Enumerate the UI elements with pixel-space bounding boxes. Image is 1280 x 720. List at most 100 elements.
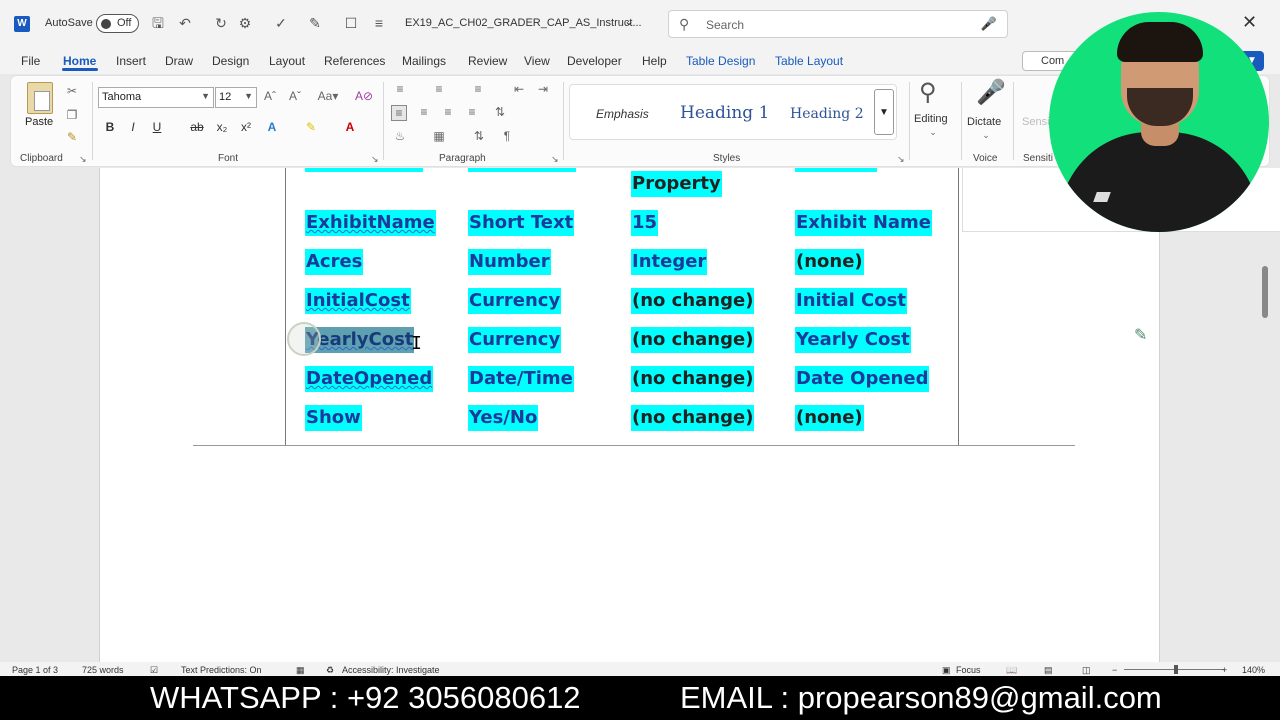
table-cell[interactable]: (no change) (631, 405, 755, 431)
superscript-icon[interactable]: x² (238, 120, 254, 134)
change-case-icon[interactable]: Aa▾ (315, 89, 341, 103)
font-name-select[interactable]: Tahoma ▼ (98, 87, 214, 108)
read-mode-icon[interactable]: 📖 (1006, 665, 1017, 676)
zoom-level[interactable]: 140% (1242, 665, 1265, 675)
zoom-in-icon[interactable]: + (1222, 665, 1227, 675)
customize-qa-icon[interactable]: ≡ (370, 14, 388, 32)
format-painter-icon[interactable]: ✎ (64, 130, 80, 144)
style-heading-1[interactable]: Heading 1 (680, 103, 769, 123)
subscript-icon[interactable]: x₂ (214, 120, 230, 134)
word-count[interactable]: 725 words (82, 665, 124, 675)
table-cell[interactable]: (no change) (631, 327, 755, 353)
multilevel-list-icon[interactable]: ≡ (470, 82, 486, 96)
search-icon[interactable]: ⚲ (919, 78, 937, 107)
sensitivity-label[interactable]: Sensi (1022, 116, 1050, 128)
autosave-toggle[interactable]: Off (96, 14, 139, 33)
table-cell[interactable]: (no change) (631, 366, 755, 392)
focus-icon[interactable]: ▣ (942, 665, 951, 676)
chevron-down-icon[interactable]: ⌄ (925, 127, 941, 138)
proofing-icon[interactable]: ☑ (150, 665, 158, 676)
cut-icon[interactable]: ✂ (64, 84, 80, 98)
paste-icon[interactable] (27, 82, 53, 114)
table-cell[interactable]: Yearly Cost (795, 327, 911, 353)
table-cell[interactable]: Show (305, 405, 362, 431)
redo-icon[interactable]: ↻ (212, 14, 230, 32)
font-color-icon[interactable]: A (342, 120, 358, 134)
accessibility-status[interactable]: Accessibility: Investigate (342, 665, 440, 675)
table-cell[interactable]: (no change) (631, 288, 755, 314)
table-cell[interactable]: Exhibit Name (795, 210, 932, 236)
table-cell[interactable]: Short Text (468, 210, 575, 236)
table-cell[interactable]: Currency (468, 288, 562, 314)
grow-font-icon[interactable]: Aˆ (262, 89, 278, 103)
dictate-label[interactable]: Dictate (967, 116, 1001, 128)
sort-icon[interactable]: ⇅ (471, 129, 487, 143)
bold-icon[interactable]: B (102, 120, 118, 134)
tab-mailings[interactable]: Mailings (402, 54, 446, 68)
tab-view[interactable]: View (524, 54, 550, 68)
style-heading-2[interactable]: Heading 2 (790, 106, 864, 122)
tab-table-layout[interactable]: Table Layout (775, 54, 843, 68)
tab-references[interactable]: References (324, 54, 385, 68)
tab-review[interactable]: Review (468, 54, 507, 68)
save-icon[interactable]: 🖫 (149, 14, 167, 32)
paragraph-launcher-icon[interactable]: ↘ (551, 154, 559, 165)
copy-icon[interactable]: ❐ (64, 108, 80, 122)
font-size-select[interactable]: 12 ▼ (215, 87, 257, 108)
underline-icon[interactable]: U (149, 120, 165, 134)
table-cell[interactable]: Initial Cost (795, 288, 907, 314)
zoom-out-icon[interactable]: − (1112, 665, 1117, 675)
page-count[interactable]: Page 1 of 3 (12, 665, 58, 675)
close-icon[interactable]: ✕ (1242, 12, 1257, 33)
align-center-icon[interactable]: ≡ (416, 105, 432, 119)
zoom-slider-thumb[interactable] (1174, 665, 1178, 674)
justify-icon[interactable]: ≡ (464, 105, 480, 119)
table-cell[interactable]: InitialCost (305, 288, 411, 314)
highlight-icon[interactable]: ✎ (303, 120, 319, 134)
table-cell[interactable]: Yes/No (468, 405, 539, 431)
increase-indent-icon[interactable]: ⇥ (535, 82, 551, 96)
paste-label[interactable]: Paste (25, 116, 53, 128)
tab-insert[interactable]: Insert (116, 54, 146, 68)
shading-icon[interactable]: ♨ (392, 129, 408, 143)
style-emphasis[interactable]: Emphasis (596, 107, 649, 121)
new-comment-icon[interactable]: ✎ (1134, 325, 1147, 345)
table-cell[interactable]: Number (468, 249, 551, 275)
font-launcher-icon[interactable]: ↘ (371, 154, 379, 165)
comment-qa-icon[interactable]: ☐ (342, 14, 360, 32)
table-cell[interactable]: (none) (795, 249, 864, 275)
search-input[interactable]: ⚲ Search 🎤 (668, 10, 1008, 38)
align-right-icon[interactable]: ≡ (440, 105, 456, 119)
document-page[interactable] (99, 168, 1160, 662)
print-layout-icon[interactable]: ▤ (1044, 665, 1053, 676)
vertical-scrollbar[interactable] (1262, 266, 1268, 318)
format-painter-qa-icon[interactable]: ⚙ (236, 14, 254, 32)
strikethrough-icon[interactable]: ab (189, 120, 205, 134)
tab-table-design[interactable]: Table Design (686, 54, 755, 68)
table-cell[interactable]: Date/Time (468, 366, 574, 392)
undo-icon[interactable]: ↶ (176, 14, 194, 32)
bullets-icon[interactable]: ≡ (392, 82, 408, 96)
styles-launcher-icon[interactable]: ↘ (897, 154, 905, 165)
tab-home[interactable]: Home (63, 54, 96, 68)
decrease-indent-icon[interactable]: ⇤ (511, 82, 527, 96)
chevron-down-icon[interactable]: ⌄ (978, 130, 994, 141)
microphone-icon[interactable]: 🎤 (981, 16, 997, 32)
table-cell[interactable]: Acres (305, 249, 364, 275)
table-cell[interactable]: Date Opened (795, 366, 930, 392)
document-title[interactable]: EX19_AC_CH02_GRADER_CAP_AS_Instruct... (405, 17, 642, 29)
clipboard-launcher-icon[interactable]: ↘ (79, 154, 87, 165)
editing-label[interactable]: Editing (914, 113, 948, 125)
table-cell[interactable]: Property (631, 171, 722, 197)
table-cell[interactable]: Currency (468, 327, 562, 353)
table-cell[interactable]: ExhibitName (305, 210, 436, 236)
show-marks-icon[interactable]: ¶ (499, 129, 515, 143)
table-cell[interactable]: DateOpened (305, 366, 434, 392)
table-cell[interactable]: (none) (795, 405, 864, 431)
pen-icon[interactable]: ✎ (306, 14, 324, 32)
line-spacing-icon[interactable]: ⇅ (492, 105, 508, 119)
focus-label[interactable]: Focus (956, 665, 981, 675)
text-predictions-status[interactable]: Text Predictions: On (181, 665, 262, 675)
align-left-icon[interactable]: ≡ (391, 105, 407, 121)
numbering-icon[interactable]: ≡ (431, 82, 447, 96)
